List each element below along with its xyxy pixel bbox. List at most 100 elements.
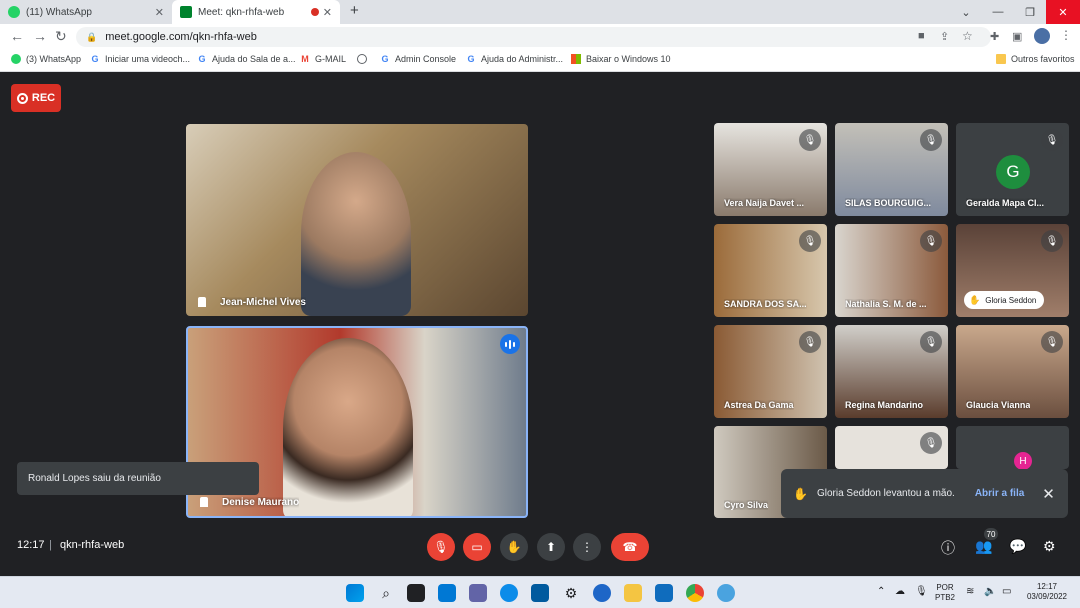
whatsapp-icon [8,6,20,18]
bookmark-outros[interactable]: Outros favoritos [996,54,1075,64]
share-icon[interactable]: ⇪ [940,30,949,43]
people-icon[interactable]: 👥 [975,538,992,555]
bookmark-globe[interactable] [357,54,372,64]
bookmark-iniciar[interactable]: G Iniciar uma videoch... [90,54,190,64]
bookmark-ajuda-sala[interactable]: G Ajuda do Sala de a... [197,54,295,64]
bookmark-windows[interactable]: Baixar o Windows 10 [571,54,671,64]
bookmark-ajuda-admin[interactable]: G Ajuda do Administr... [466,54,563,64]
clock-date: 03/09/2022 [1026,592,1068,601]
bookmark-label: G-MAIL [315,54,347,64]
video-tile-grid[interactable]: 🎙 G Geralda Mapa Cl... [956,123,1069,216]
google-icon: G [467,54,475,64]
open-queue-button[interactable]: Abrir a fila [975,488,1024,499]
star-icon[interactable]: ☆ [962,29,973,43]
battery-icon[interactable]: ▭ [1002,586,1011,597]
tab-meet[interactable]: Meet: qkn-rhfa-web ✕ [172,0,340,24]
video-tile-grid[interactable]: 🎙 SILAS BOURGUIG... [835,123,948,216]
participant-name: Glaucia Vianna [966,400,1031,410]
record-icon [16,92,28,104]
settings-icon[interactable]: ⚙ [562,584,580,602]
meet-icon [180,6,192,18]
tab-label: Meet: qkn-rhfa-web [198,6,285,18]
reload-icon[interactable]: ↻ [55,28,67,45]
video-tile-grid[interactable]: 🎙 Regina Mandarino [835,325,948,418]
recording-dot-icon [310,8,319,16]
avatar: H [1014,452,1032,469]
language-code: POR [936,583,954,592]
mic-off-icon: 🎙 [1041,129,1063,151]
close-icon[interactable]: ✕ [1042,485,1055,503]
pin-icon [200,497,208,507]
video-tile-grid[interactable]: 🎙 Glaucia Vianna [956,325,1069,418]
mic-icon[interactable]: 🎙 [915,586,928,597]
more-options-button[interactable]: ⋮ [573,533,601,561]
new-tab-button[interactable]: + [350,2,359,19]
maximize-button[interactable]: ❐ [1014,0,1046,24]
participant-name: Gloria Seddon [985,295,1037,305]
address-bar[interactable]: 🔒 meet.google.com/qkn-rhfa-web [76,27,991,47]
chevron-down-icon[interactable]: ⌄ [950,0,982,24]
bookmark-gmail[interactable]: M G-MAIL [300,54,346,64]
profile-avatar[interactable] [1034,28,1050,44]
back-icon[interactable]: ← [10,28,24,44]
start-icon[interactable] [346,584,364,602]
camera-icon[interactable]: ■ [918,30,925,42]
present-button[interactable]: ⬆ [537,533,565,561]
info-icon[interactable]: ⓘ [941,538,955,558]
task-view-icon[interactable] [407,584,425,602]
sidepanel-icon[interactable]: ▣ [1012,30,1022,43]
participant-name: Vera Naija Davet ... [724,198,805,208]
raise-hand-button[interactable]: ✋ [500,533,528,561]
video-tile-grid[interactable]: 🎙 Nathalia S. M. de ... [835,224,948,317]
raised-hand-chip: ✋ Gloria Seddon [964,291,1045,309]
extensions-icon[interactable]: ✚ [990,30,999,43]
app-icon[interactable] [717,584,735,602]
language-indicator[interactable]: POR PTB2 [934,583,956,603]
video-tile-grid[interactable]: H [956,426,1069,469]
video-tile-grid[interactable]: 🎙 Vera Naija Davet ... [714,123,827,216]
menu-icon[interactable]: ⋮ [1060,28,1072,42]
volume-icon[interactable]: 🔈 [984,586,996,597]
activities-icon[interactable]: ⚙ [1043,538,1056,555]
leave-call-button[interactable]: ☎ [611,533,649,561]
store-icon[interactable] [531,584,549,602]
search-icon[interactable]: ⌕ [377,584,395,602]
close-window-button[interactable]: ✕ [1046,0,1080,24]
close-tab-icon[interactable]: ✕ [323,6,332,19]
mic-off-icon: 🎙 [1041,230,1063,252]
bookmark-admin-console[interactable]: G Admin Console [380,54,456,64]
chat-icon[interactable]: 💬 [1009,538,1026,555]
camera-off-button[interactable]: ▭ [463,533,491,561]
bookmark-label: Iniciar uma videoch... [105,54,191,64]
system-clock[interactable]: 12:17 03/09/2022 [1018,582,1076,602]
chevron-up-icon[interactable]: ⌃ [877,586,885,597]
bookmark-whatsapp[interactable]: (3) WhatsApp [11,54,81,64]
windows-taskbar: ⌕ ⚙ ⌃ ☁ 🎙 POR PTB2 ≋ 🔈 ▭ 12:17 03/09/202… [0,576,1080,608]
forward-icon[interactable]: → [33,28,47,44]
wifi-icon[interactable]: ≋ [966,586,974,597]
outlook-icon[interactable] [655,584,673,602]
tab-label: (11) WhatsApp [26,6,92,18]
video-tile-grid[interactable]: 🎙 [835,426,948,469]
video-tile-grid[interactable]: 🎙 Astrea Da Gama [714,325,827,418]
recording-badge[interactable]: REC [11,84,61,112]
bookmark-label: (3) WhatsApp [26,54,82,64]
minimize-button[interactable]: — [982,0,1014,24]
chat-app-icon[interactable] [469,584,487,602]
video-tile-grid[interactable]: 🎙 SANDRA DOS SA... [714,224,827,317]
close-tab-icon[interactable]: ✕ [155,6,164,19]
google-icon: G [198,54,206,64]
widgets-icon[interactable] [438,584,456,602]
raised-hand-icon: ✋ [969,294,981,305]
file-explorer-icon[interactable] [624,584,642,602]
chrome-icon[interactable] [686,584,704,602]
mic-off-button[interactable]: 🎙 [427,533,455,561]
edge-icon[interactable] [500,584,518,602]
app-icon[interactable] [593,584,611,602]
notification-text: Ronald Lopes saiu da reunião [28,473,161,484]
separator: | [49,539,52,551]
video-tile-grid[interactable]: 🎙 ✋ Gloria Seddon [956,224,1069,317]
video-tile-jean-michel[interactable]: Jean-Michel Vives [186,124,528,316]
tab-whatsapp[interactable]: (11) WhatsApp ✕ [0,0,172,24]
onedrive-icon[interactable]: ☁ [895,586,905,597]
